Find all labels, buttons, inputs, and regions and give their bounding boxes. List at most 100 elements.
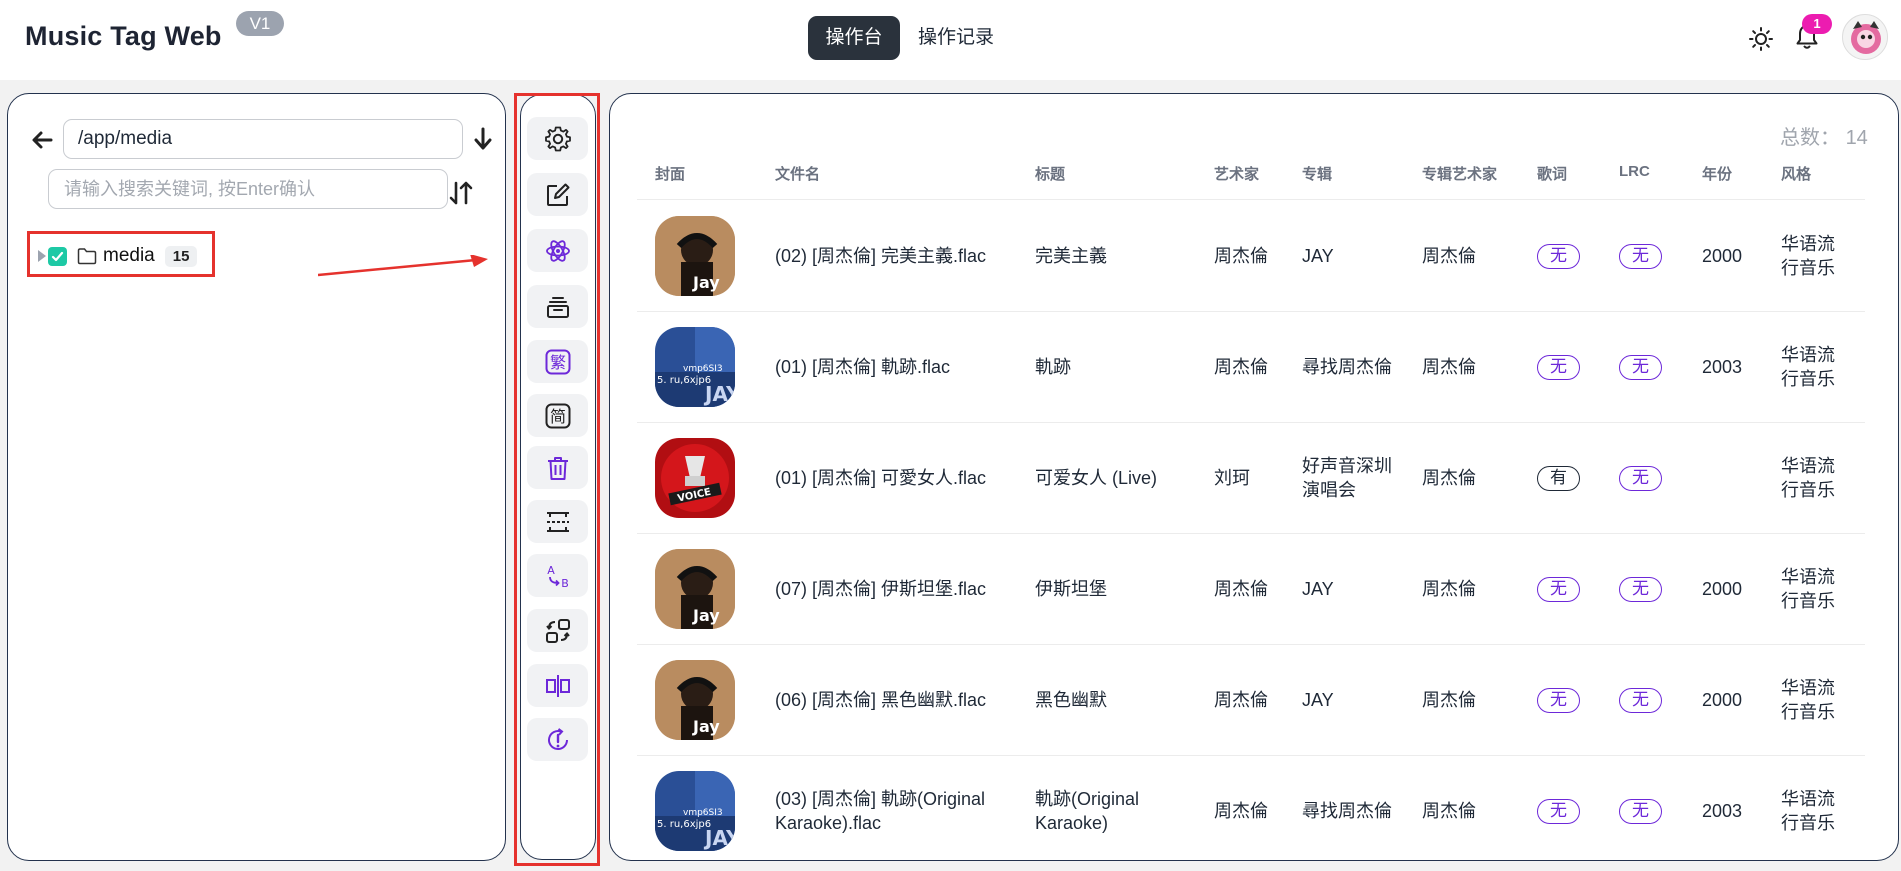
row-divider xyxy=(637,644,1865,645)
cell-filename: (02) [周杰倫] 完美主義.flac xyxy=(775,245,987,266)
col-filename[interactable]: 文件名 xyxy=(775,163,820,184)
rename-glyph-b: B xyxy=(561,577,569,590)
trash-icon xyxy=(547,456,568,480)
tab-history[interactable]: 操作记录 xyxy=(908,16,1004,60)
spacing-button[interactable] xyxy=(527,500,588,543)
traditional-chinese-icon: 繁 xyxy=(545,349,570,374)
tree-checkbox[interactable] xyxy=(48,246,67,266)
lyrics-badge: 无 xyxy=(1537,243,1580,269)
rename-glyph-a: A xyxy=(547,564,555,577)
convert-traditional-button[interactable]: 繁 xyxy=(527,340,588,383)
settings-button[interactable] xyxy=(527,117,588,160)
expand-caret-icon[interactable] xyxy=(38,250,46,262)
cell-genre: 华语流行音乐 xyxy=(1781,455,1835,500)
cell-filename: (01) [周杰倫] 軌跡.flac xyxy=(775,356,951,377)
cell-album: JAY xyxy=(1302,578,1334,599)
cell-album-artist: 周杰倫 xyxy=(1422,245,1476,266)
cell-genre: 华语流行音乐 xyxy=(1781,233,1835,278)
tree-node-media[interactable]: media 15 xyxy=(30,237,198,275)
rename-button[interactable]: A B xyxy=(527,554,588,597)
back-arrow-icon[interactable] xyxy=(31,129,53,151)
cell-genre: 华语流行音乐 xyxy=(1781,677,1835,722)
archive-button[interactable] xyxy=(527,285,588,328)
cell-title: 可爱女人 (Live) xyxy=(1035,467,1158,488)
tab-workbench[interactable]: 操作台 xyxy=(808,16,900,60)
lyrics-badge: 无 xyxy=(1537,798,1580,824)
album-cover[interactable]: Jay xyxy=(655,215,735,296)
split-button[interactable] xyxy=(527,664,588,707)
search-input[interactable] xyxy=(48,169,448,209)
tree-node-label: media xyxy=(103,245,155,266)
col-cover[interactable]: 封面 xyxy=(655,163,685,184)
spacing-icon xyxy=(546,511,569,532)
col-lrc[interactable]: LRC xyxy=(1619,163,1650,180)
path-input[interactable] xyxy=(63,119,463,159)
sync-alert-button[interactable] xyxy=(527,718,588,761)
user-avatar[interactable] xyxy=(1842,14,1888,60)
cell-title: 黑色幽默 xyxy=(1035,689,1107,710)
cell-year: 2000 xyxy=(1702,689,1743,710)
edit-button[interactable] xyxy=(527,173,588,216)
svg-text:Jay: Jay xyxy=(692,717,720,736)
lyrics-badge: 有 xyxy=(1537,465,1580,491)
cell-filename: (03) [周杰倫] 軌跡(Original Karaoke).flac xyxy=(775,788,986,833)
col-album-artist[interactable]: 专辑艺术家 xyxy=(1422,163,1497,184)
col-lyrics[interactable]: 歌词 xyxy=(1537,163,1567,184)
swap-button[interactable] xyxy=(527,609,588,652)
delete-button[interactable] xyxy=(527,446,588,489)
total-value: 14 xyxy=(1845,127,1868,149)
cell-year: 2000 xyxy=(1702,578,1743,599)
sort-icon[interactable] xyxy=(448,180,474,206)
theme-toggle-sun-icon[interactable] xyxy=(1748,26,1774,52)
lyrics-badge: 无 xyxy=(1537,576,1580,602)
album-cover[interactable]: vmp6SI3 5. ru,6xjp6 JAY xyxy=(655,326,735,407)
total-label: 总数： xyxy=(1780,127,1840,149)
row-divider xyxy=(637,422,1865,423)
row-divider xyxy=(637,311,1865,312)
album-cover[interactable]: Jay xyxy=(655,659,735,740)
download-arrow-icon[interactable] xyxy=(472,127,494,151)
lrc-badge: 无 xyxy=(1619,465,1662,491)
svg-text:5. ru,6xjp6: 5. ru,6xjp6 xyxy=(657,819,711,830)
cell-artist: 周杰倫 xyxy=(1214,689,1268,710)
col-title[interactable]: 标题 xyxy=(1035,163,1065,184)
notification-count-badge: 1 xyxy=(1802,14,1832,34)
lrc-badge: 无 xyxy=(1619,576,1662,602)
svg-text:vmp6SI3: vmp6SI3 xyxy=(683,364,723,374)
lyrics-badge: 无 xyxy=(1537,687,1580,713)
rename-ab-icon: A B xyxy=(547,564,569,590)
cell-filename: (01) [周杰倫] 可愛女人.flac xyxy=(775,467,987,488)
col-album[interactable]: 专辑 xyxy=(1302,163,1332,184)
folder-icon xyxy=(77,248,97,265)
svg-text:5. ru,6xjp6: 5. ru,6xjp6 xyxy=(657,375,711,386)
simplified-chinese-icon: 简 xyxy=(545,403,570,428)
simplified-glyph: 简 xyxy=(549,407,565,426)
album-cover[interactable]: Jay xyxy=(655,548,735,629)
archive-icon xyxy=(546,296,569,318)
col-artist[interactable]: 艺术家 xyxy=(1214,163,1259,184)
annotation-arrow xyxy=(318,255,488,277)
split-icon xyxy=(545,674,570,697)
swap-icon xyxy=(545,618,570,643)
row-divider xyxy=(637,533,1865,534)
cell-genre: 华语流行音乐 xyxy=(1781,344,1835,389)
cell-genre: 华语流行音乐 xyxy=(1781,566,1835,611)
album-cover[interactable]: VOICE xyxy=(655,437,735,518)
lrc-badge: 无 xyxy=(1619,798,1662,824)
auto-tag-button[interactable] xyxy=(527,229,588,272)
cell-artist: 周杰倫 xyxy=(1214,578,1268,599)
cell-album-artist: 周杰倫 xyxy=(1422,689,1476,710)
cell-artist: 周杰倫 xyxy=(1214,356,1268,377)
cell-title: 完美主義 xyxy=(1035,245,1107,266)
cell-filename: (06) [周杰倫] 黑色幽默.flac xyxy=(775,689,987,710)
cell-title: 軌跡 xyxy=(1035,356,1071,377)
cell-album: 好声音深圳演唱会 xyxy=(1302,455,1392,500)
convert-simplified-button[interactable]: 简 xyxy=(527,394,588,437)
cell-title: 伊斯坦堡 xyxy=(1035,578,1107,599)
col-year[interactable]: 年份 xyxy=(1702,163,1732,184)
album-cover[interactable]: vmp6SI3 5. ru,6xjp6 JAY xyxy=(655,770,735,851)
cell-artist: 周杰倫 xyxy=(1214,245,1268,266)
cell-year: 2003 xyxy=(1702,356,1743,377)
col-genre[interactable]: 风格 xyxy=(1781,163,1811,184)
cell-album: JAY xyxy=(1302,245,1334,266)
